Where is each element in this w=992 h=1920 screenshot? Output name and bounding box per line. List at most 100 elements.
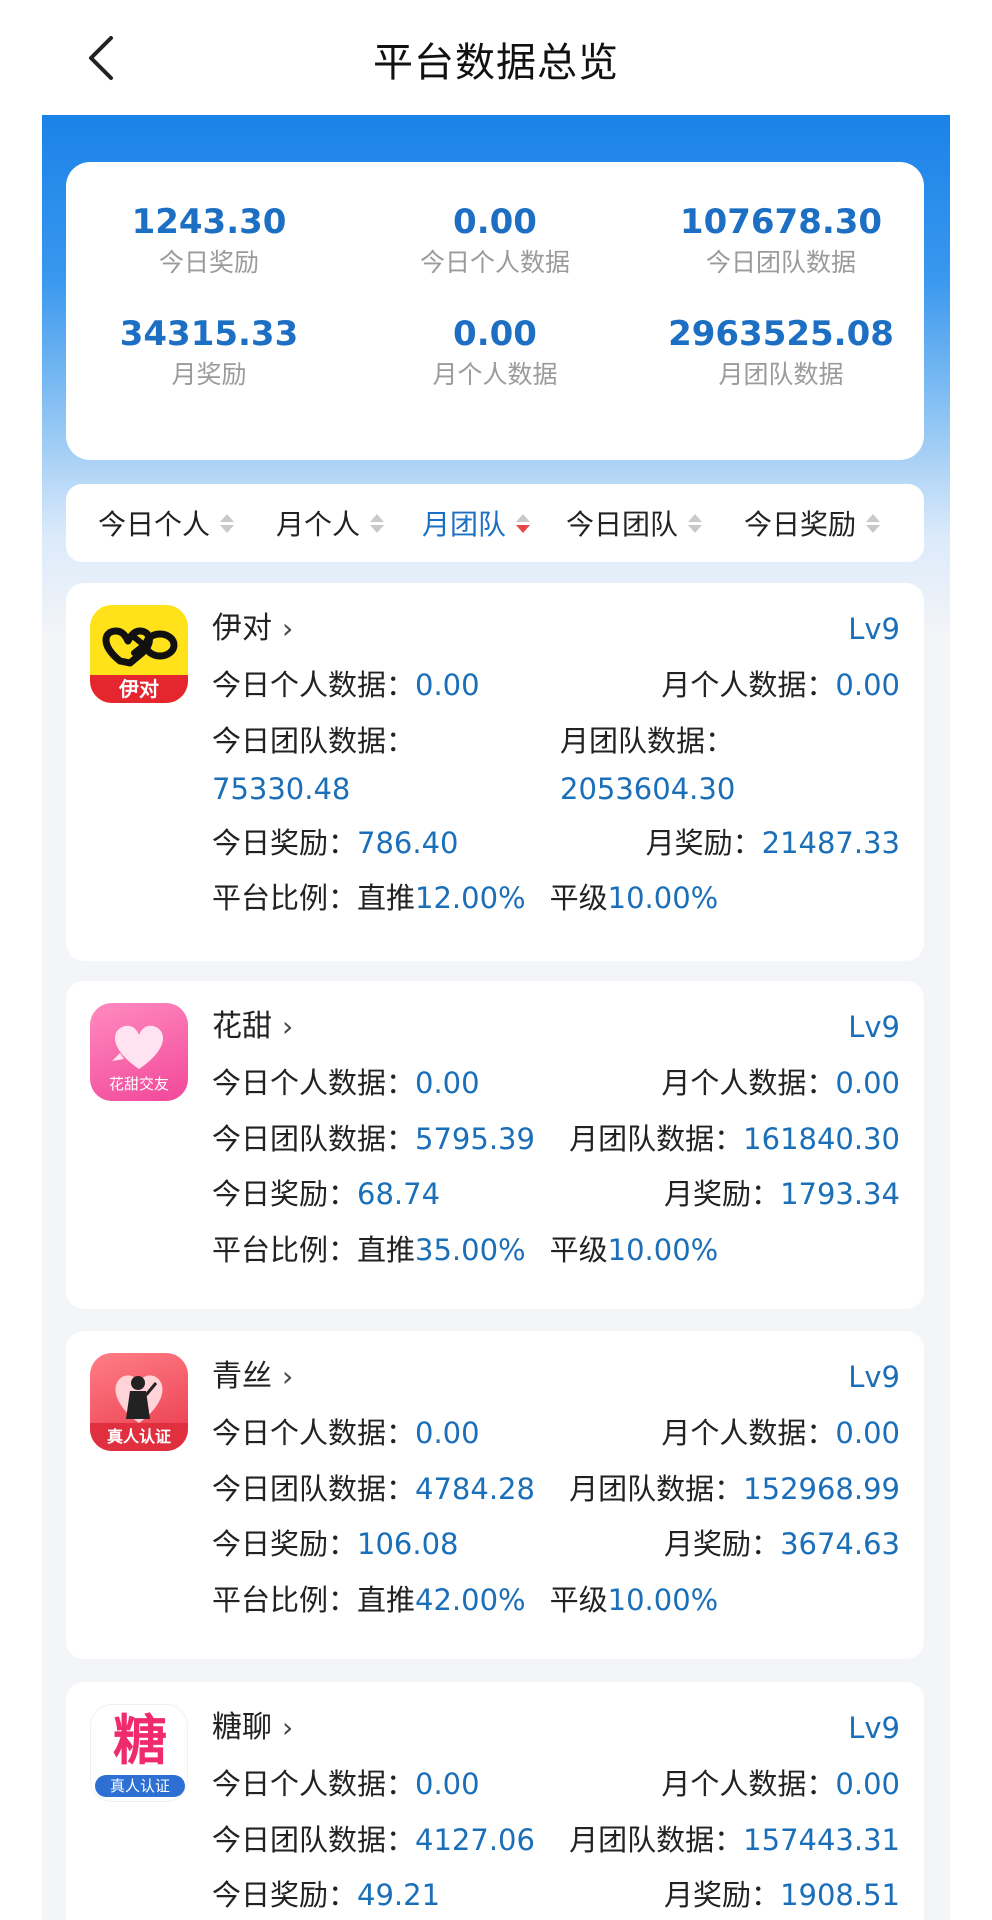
platform-name-link[interactable]: 伊对 ›: [212, 609, 293, 649]
month-reward-row: 月奖励：1793.34: [664, 1174, 900, 1214]
app-icon-tangliao: 糖 真人认证: [90, 1704, 188, 1802]
field-label: 月个人数据：: [661, 668, 836, 702]
stat-today-reward: 1243.30 今日奖励: [66, 200, 352, 280]
month-team-row: 月团队数据：157443.31: [569, 1820, 900, 1860]
field-value: 0.00: [415, 1416, 480, 1450]
platform-card[interactable]: 花甜交友 花甜 › Lv9 今日个人数据：0.00 月个人数据：0.00 今日团…: [66, 981, 924, 1309]
field-value: 0.00: [415, 668, 480, 702]
sort-arrows-icon: [220, 513, 235, 533]
field-value: 49.21: [357, 1878, 441, 1912]
month-reward-row: 月奖励：1908.51: [664, 1875, 900, 1915]
field-value: 5795.39: [415, 1122, 535, 1156]
level-badge: Lv9: [848, 612, 900, 646]
level-badge: Lv9: [848, 1360, 900, 1394]
sort-arrows-icon: [516, 513, 531, 533]
field-value: 21487.33: [761, 826, 900, 860]
app-icon-yidui: 伊对: [90, 605, 188, 703]
sort-label: 今日个人: [98, 508, 211, 541]
platform-card[interactable]: 真人认证 青丝 › Lv9 今日个人数据：0.00 月个人数据：0.00 今日团…: [66, 1331, 924, 1659]
platform-name: 糖聊: [212, 1710, 272, 1745]
field-value: 4127.06: [415, 1823, 535, 1857]
field-value: 0.00: [835, 668, 900, 702]
stat-value: 2963525.08: [668, 314, 894, 354]
field-value: 152968.99: [743, 1472, 900, 1506]
field-label: 月奖励：: [645, 826, 762, 860]
app-icon-text: 真人认证: [95, 1775, 185, 1797]
stat-label: 月奖励: [171, 360, 247, 389]
field-value: 106.08: [357, 1527, 459, 1561]
month-personal-row: 月个人数据：0.00: [661, 1413, 900, 1453]
platform-name: 花甜: [212, 1009, 272, 1044]
top-bar: 平台数据总览: [0, 0, 992, 115]
platform-card[interactable]: 糖 真人认证 糖聊 › Lv9 今日个人数据：0.00 月个人数据：0.00 今…: [66, 1682, 924, 1920]
stat-month-team: 2963525.08 月团队数据: [638, 312, 924, 392]
sort-label: 月团队: [422, 508, 507, 541]
stat-label: 今日奖励: [158, 248, 259, 277]
field-value: 786.40: [357, 826, 459, 860]
today-reward-row: 今日奖励：786.40: [212, 823, 459, 863]
peer-value: 10.00%: [607, 1583, 719, 1617]
field-label: 月团队数据：: [569, 1122, 744, 1156]
field-label: 平台比例：: [212, 1583, 358, 1617]
direct-label: 直推: [357, 1583, 416, 1617]
field-label: 今日奖励：: [212, 1527, 358, 1561]
field-label: 月个人数据：: [661, 1767, 836, 1801]
field-label: 今日个人数据：: [212, 668, 416, 702]
platform-card[interactable]: 伊对 伊对 › Lv9 今日个人数据：0.00 月个人数据：0.00 今日团队数…: [66, 583, 924, 961]
month-team-value: 2053604.30: [560, 772, 736, 806]
stat-label: 月团队数据: [718, 360, 844, 389]
sort-arrows-icon: [866, 513, 881, 533]
app-icon-huatian: 花甜交友: [90, 1003, 188, 1101]
today-personal-row: 今日个人数据：0.00: [212, 1413, 480, 1453]
platform-name: 青丝: [212, 1359, 272, 1394]
sort-today-personal[interactable]: 今日个人: [98, 484, 235, 562]
today-reward-row: 今日奖励：49.21: [212, 1875, 440, 1915]
month-personal-row: 月个人数据：0.00: [661, 1063, 900, 1103]
stat-label: 今日个人数据: [419, 248, 570, 277]
sort-month-team[interactable]: 月团队: [422, 484, 531, 562]
main-content: 1243.30 今日奖励 0.00 今日个人数据 107678.30 今日团队数…: [42, 115, 950, 1920]
month-team-label: 月团队数据：: [560, 724, 735, 758]
direct-value: 12.00%: [415, 881, 526, 915]
field-label: 今日奖励：: [212, 1878, 358, 1912]
sort-arrows-icon: [688, 513, 703, 533]
field-label: 月团队数据：: [569, 1823, 744, 1857]
field-value: 161840.30: [743, 1122, 900, 1156]
level-badge: Lv9: [848, 1010, 900, 1044]
today-team-row: 今日团队数据：5795.39: [212, 1119, 535, 1159]
field-label: 今日团队数据：: [212, 1823, 416, 1857]
sort-month-personal[interactable]: 月个人: [276, 484, 385, 562]
field-label: 月奖励：: [664, 1177, 781, 1211]
ratio-row: 平台比例：直推42.00% 平级10.00%: [212, 1580, 718, 1620]
platform-name-link[interactable]: 青丝 ›: [212, 1357, 293, 1397]
today-reward-row: 今日奖励：106.08: [212, 1524, 459, 1564]
field-label: 今日个人数据：: [212, 1767, 416, 1801]
field-value: 0.00: [415, 1767, 480, 1801]
today-personal-row: 今日个人数据：0.00: [212, 665, 480, 705]
sort-today-team[interactable]: 今日团队: [566, 484, 703, 562]
ratio-row: 平台比例：直推35.00% 平级10.00%: [212, 1230, 718, 1270]
ratio-row: 平台比例：直推12.00% 平级10.00%: [212, 878, 718, 918]
today-team-row: 今日团队数据：4784.28: [212, 1469, 535, 1509]
platform-name-link[interactable]: 花甜 ›: [212, 1007, 293, 1047]
today-team-row: 今日团队数据：4127.06: [212, 1820, 535, 1860]
peer-label: 平级: [549, 881, 608, 915]
sort-today-reward[interactable]: 今日奖励: [744, 484, 881, 562]
today-reward-row: 今日奖励：68.74: [212, 1174, 440, 1214]
chevron-right-icon: ›: [282, 1010, 294, 1043]
field-label: 今日团队数据：: [212, 1122, 416, 1156]
month-reward-row: 月奖励：3674.63: [664, 1524, 900, 1564]
app-icon-text: 伊对: [119, 677, 159, 701]
level-badge: Lv9: [848, 1711, 900, 1745]
field-label: 月奖励：: [664, 1878, 781, 1912]
chevron-right-icon: ›: [282, 1711, 294, 1744]
field-value: 0.00: [835, 1066, 900, 1100]
stat-today-personal: 0.00 今日个人数据: [352, 200, 638, 280]
today-team-value: 75330.48: [212, 772, 351, 806]
chevron-right-icon: ›: [282, 612, 294, 645]
platform-name-link[interactable]: 糖聊 ›: [212, 1708, 293, 1748]
stat-value: 0.00: [453, 314, 537, 354]
peer-label: 平级: [549, 1583, 608, 1617]
field-value: 0.00: [835, 1767, 900, 1801]
summary-card: 1243.30 今日奖励 0.00 今日个人数据 107678.30 今日团队数…: [66, 162, 924, 460]
